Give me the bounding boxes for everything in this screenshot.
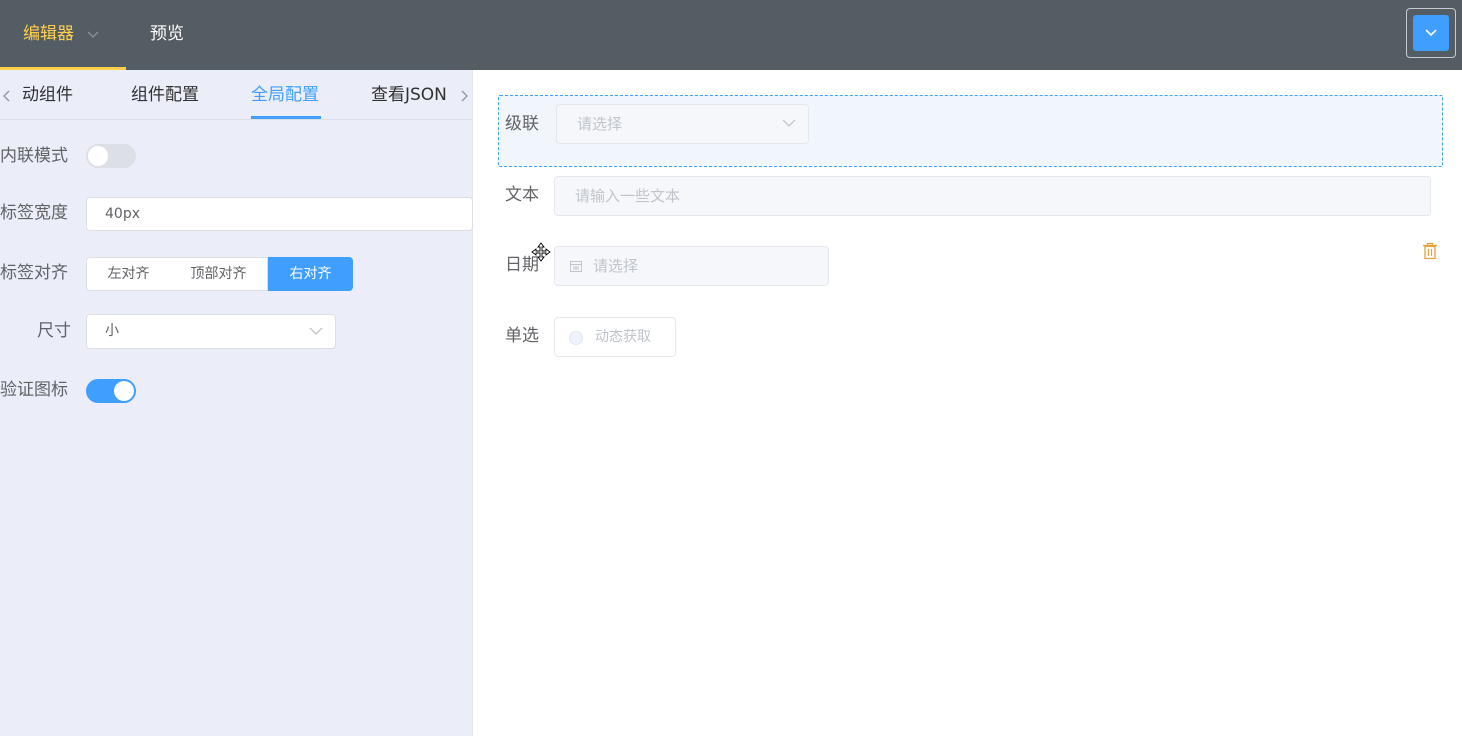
menu-editor[interactable]: 编辑器 — [0, 0, 126, 70]
label-width-label: 标签宽度 — [0, 203, 68, 223]
cascader-select[interactable]: 请选择 — [556, 104, 809, 144]
config-tabs: 动组件 组件配置 全局配置 查看JSON — [0, 70, 473, 120]
text-placeholder: 请输入一些文本 — [575, 187, 681, 205]
label-width-row: 标签宽度 40px — [0, 193, 473, 233]
radio-circle — [569, 331, 583, 345]
chevron-right-icon — [461, 90, 468, 102]
size-label: 尺寸 — [37, 321, 71, 341]
tab-global-config[interactable]: 全局配置 — [251, 70, 319, 119]
align-right-button[interactable]: 右对齐 — [268, 257, 353, 291]
radio-option-label: 动态获取 — [595, 329, 651, 345]
date-picker[interactable]: 请选择 — [554, 246, 829, 286]
move-cursor-icon — [531, 242, 551, 262]
tabs-scroll-area: 动组件 组件配置 全局配置 查看JSON — [16, 70, 453, 119]
chevron-left-icon — [3, 90, 10, 102]
menu-preview-label: 预览 — [150, 24, 184, 44]
size-row: 尺寸 小 — [0, 311, 473, 351]
switch-knob — [114, 381, 134, 401]
switch-knob — [88, 146, 108, 166]
align-top-button[interactable]: 顶部对齐 — [170, 257, 268, 291]
cascader-label: 级联 — [505, 114, 539, 134]
chevron-down-icon — [309, 327, 323, 335]
form-canvas: 级联 请选择 文本 请输入一些文本 日期 请选择 单选 动态获取 — [473, 70, 1462, 736]
collapse-toggle-button[interactable] — [1406, 8, 1456, 58]
label-align-label: 标签对齐 — [0, 263, 68, 283]
label-width-input[interactable]: 40px — [86, 197, 473, 231]
tabs-scroll-right[interactable] — [457, 70, 473, 119]
chevron-down-icon — [87, 31, 99, 38]
tabs-scroll-left[interactable] — [0, 70, 16, 119]
inline-mode-label: 内联模式 — [0, 146, 68, 166]
tab-component-config[interactable]: 组件配置 — [131, 70, 199, 119]
inline-mode-row: 内联模式 — [0, 136, 473, 176]
top-menu-bar: 编辑器 预览 — [0, 0, 1462, 70]
active-tab-indicator — [251, 116, 321, 119]
collapse-toggle-inner — [1413, 15, 1449, 51]
size-select[interactable]: 小 — [86, 314, 336, 349]
menu-preview[interactable]: 预览 — [150, 0, 184, 70]
tab-view-json[interactable]: 查看JSON — [371, 70, 447, 119]
text-label: 文本 — [505, 185, 539, 205]
menu-editor-label: 编辑器 — [23, 24, 74, 44]
date-placeholder: 请选择 — [593, 257, 639, 275]
align-left-button[interactable]: 左对齐 — [86, 257, 171, 291]
validate-icon-label: 验证图标 — [0, 380, 68, 400]
size-select-value: 小 — [105, 323, 119, 339]
radio-option[interactable]: 动态获取 — [554, 317, 676, 357]
validate-icon-row: 验证图标 — [0, 370, 473, 410]
text-input[interactable]: 请输入一些文本 — [554, 176, 1431, 216]
radio-label: 单选 — [505, 326, 539, 346]
inline-mode-switch[interactable] — [86, 144, 136, 168]
calendar-icon — [570, 261, 582, 272]
chevron-down-icon — [782, 119, 796, 127]
delete-trash-icon[interactable] — [1422, 242, 1438, 260]
chevron-down-icon — [1425, 29, 1437, 37]
tab-components[interactable]: 动组件 — [22, 70, 73, 119]
validate-icon-switch[interactable] — [86, 379, 136, 403]
config-panel: 动组件 组件配置 全局配置 查看JSON 内联模式 标签宽度 40px 标签对齐… — [0, 70, 473, 736]
cascader-placeholder: 请选择 — [577, 115, 623, 133]
